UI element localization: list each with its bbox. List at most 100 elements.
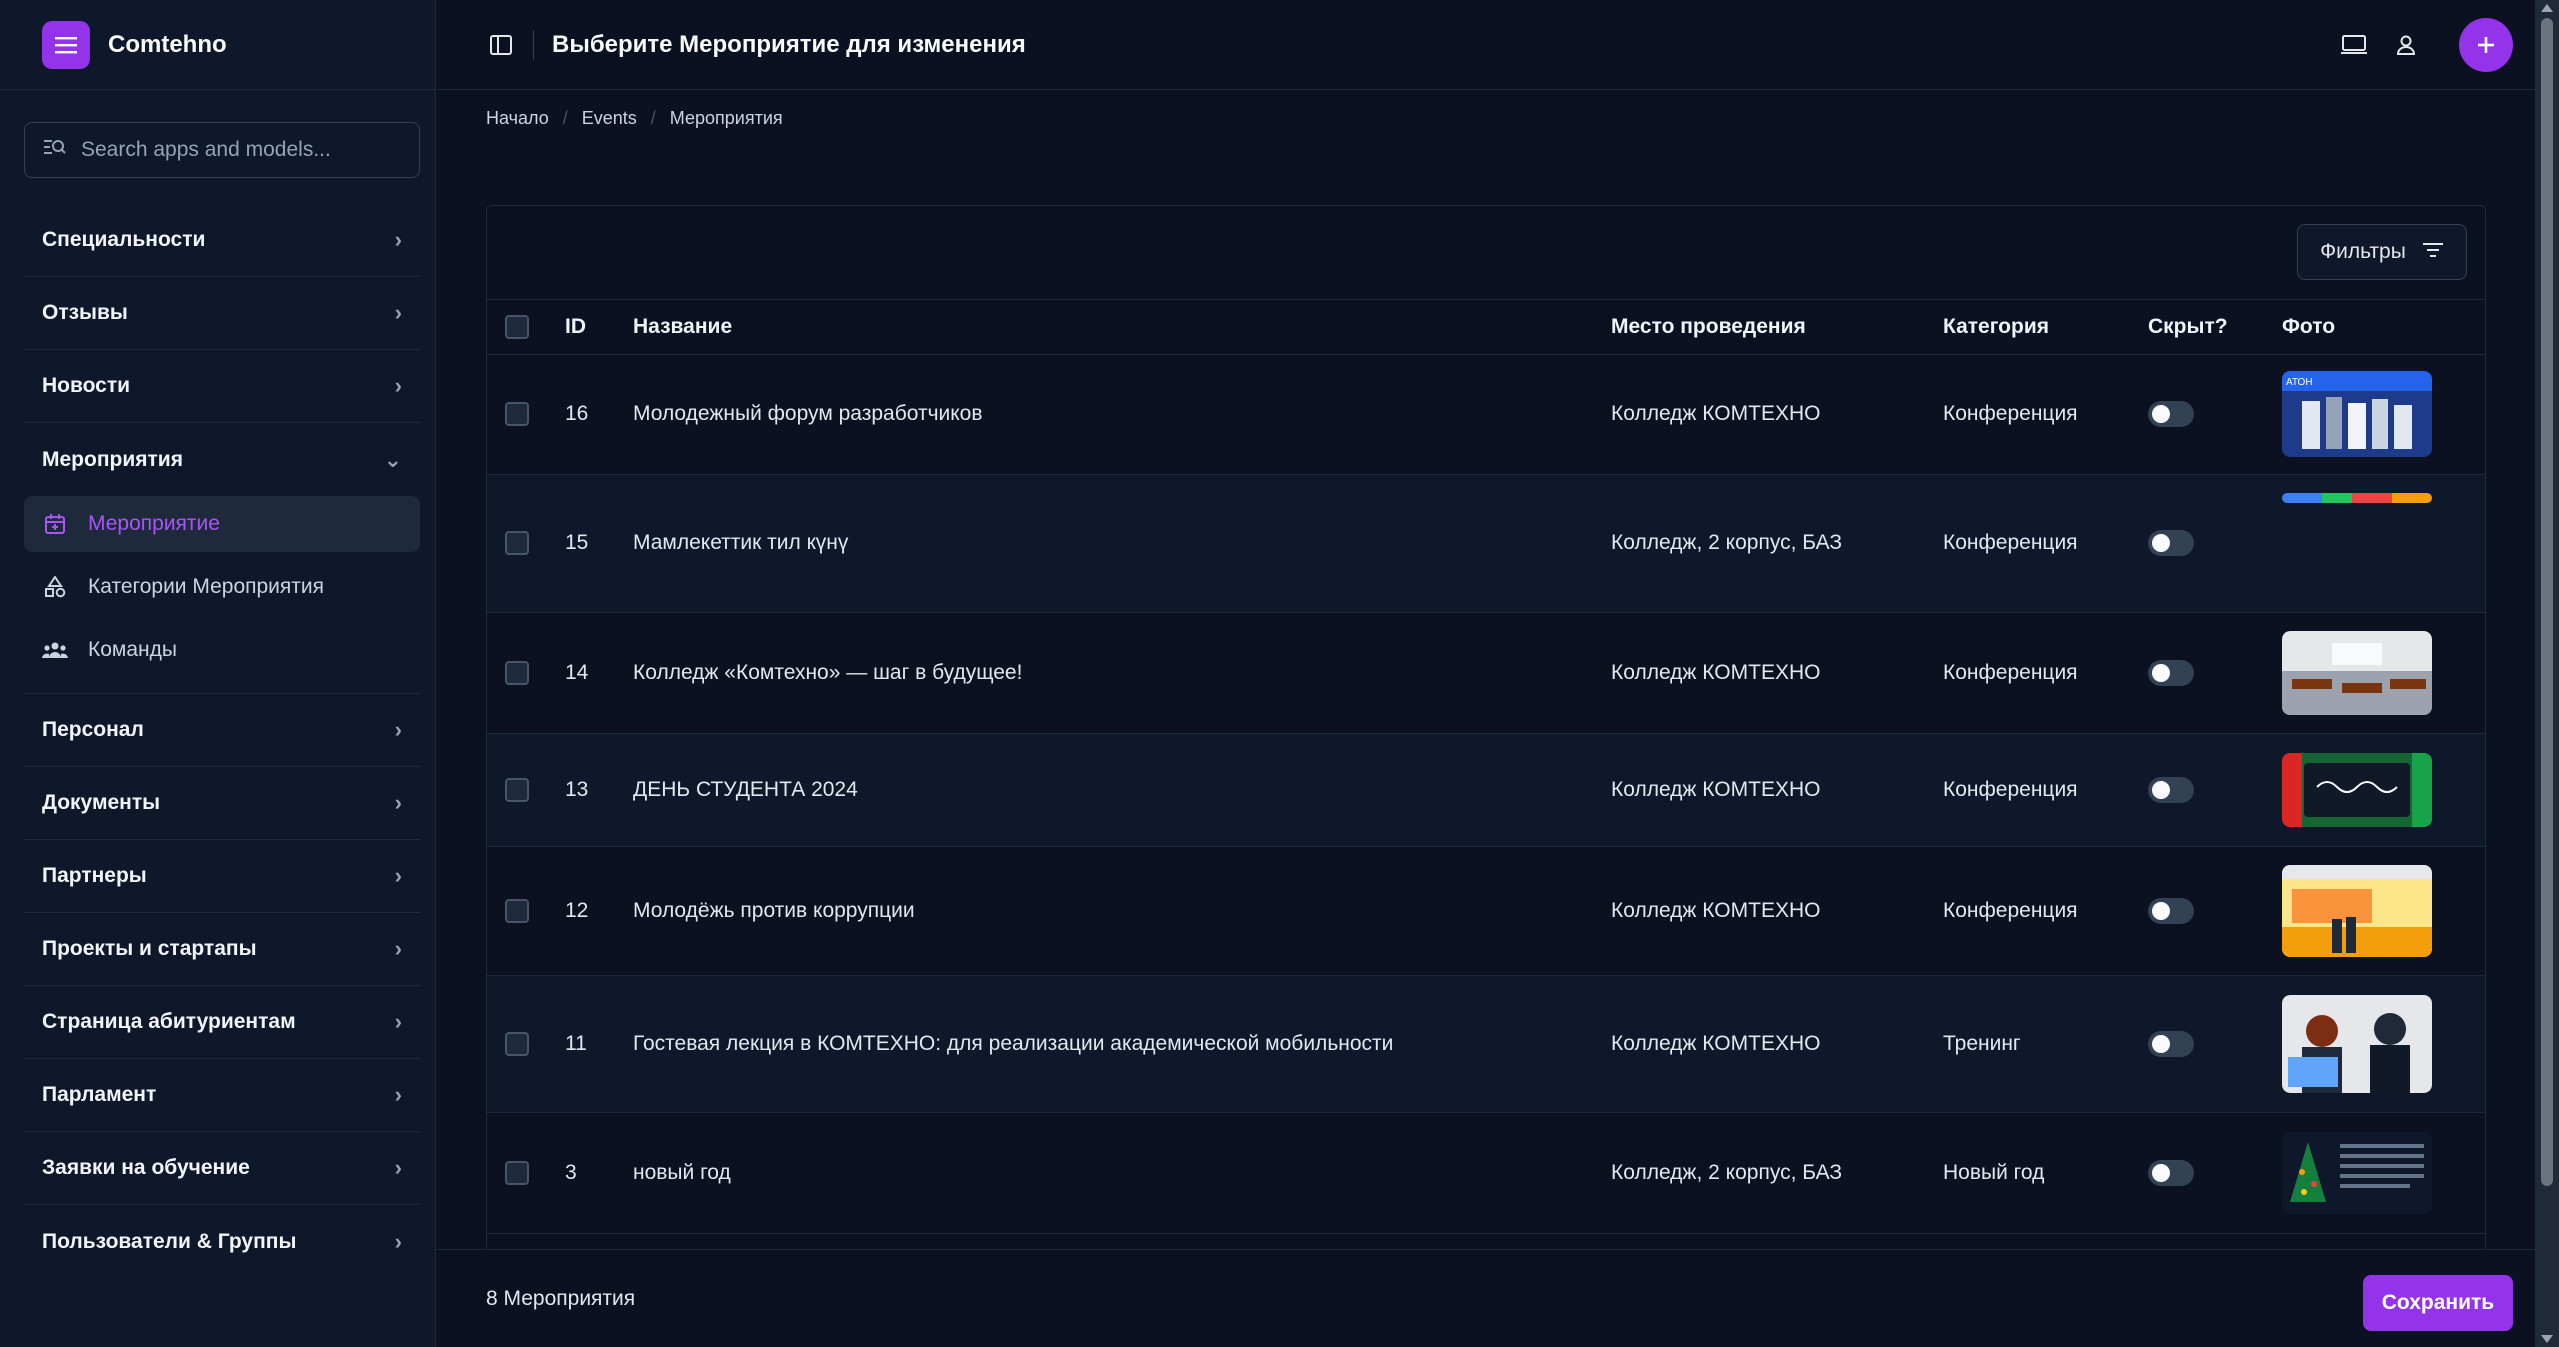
column-header-name[interactable]: Название (633, 300, 1611, 355)
sidebar-group-events[interactable]: Мероприятия ⌄ (24, 423, 420, 496)
sidebar-group-specialties[interactable]: Специальности › (24, 204, 420, 277)
column-header-photo: Фото (2282, 300, 2485, 355)
scroll-down-arrow-icon[interactable] (2541, 1335, 2553, 1343)
cell-name[interactable]: Молодёжь против коррупции (633, 846, 1611, 976)
cell-name[interactable]: Гостевая лекция в КОМТЕХНО: для реализац… (633, 975, 1611, 1113)
table-row: 15 Мамлекеттик тил күнү Колледж, 2 корпу… (487, 474, 2485, 613)
sidebar-group-users[interactable]: Пользователи & Группы › (24, 1205, 420, 1278)
save-button[interactable]: Сохранить (2363, 1275, 2513, 1331)
table-row: 14 Колледж «Комтехно» — шаг в будущее! К… (487, 612, 2485, 734)
scrollbar-thumb[interactable] (2541, 18, 2553, 1186)
hidden-toggle[interactable] (2148, 897, 2194, 924)
sidebar-item-label: Категории Мероприятия (88, 575, 325, 598)
chevron-right-icon: › (394, 227, 402, 252)
sidebar-group-news[interactable]: Новости › (24, 350, 420, 423)
page-scrollbar[interactable] (2535, 0, 2559, 1347)
brand-bar: Comtehno (0, 0, 435, 90)
breadcrumb-separator: / (562, 108, 568, 128)
chevron-right-icon: › (394, 1009, 402, 1034)
select-all-checkbox[interactable] (505, 314, 529, 339)
cell-name[interactable]: Колледж «Комтехно» — шаг в будущее! (633, 612, 1611, 734)
breadcrumb-events[interactable]: Events (582, 108, 637, 129)
column-header-venue[interactable]: Место проведения (1611, 300, 1943, 355)
hidden-toggle[interactable] (2148, 1159, 2194, 1186)
cell-name[interactable]: ДЕНЬ СТУДЕНТА 2024 (633, 733, 1611, 847)
sidebar-item-event[interactable]: Мероприятие (24, 496, 420, 552)
table-row: 16 Молодежный форум разработчиков Коллед… (487, 354, 2485, 475)
sidebar-group-staff[interactable]: Персонал › (24, 694, 420, 767)
hidden-toggle[interactable] (2148, 530, 2194, 556)
column-header-hidden[interactable]: Скрыт? (2148, 300, 2282, 355)
cell-name[interactable]: новый год (633, 1112, 1611, 1234)
hidden-toggle[interactable] (2148, 1030, 2194, 1057)
sidebar-group-applications[interactable]: Заявки на обучение › (24, 1132, 420, 1205)
row-checkbox[interactable] (505, 898, 529, 923)
shapes-icon (42, 576, 68, 598)
header-actions (2317, 17, 2513, 72)
cell-name[interactable]: Молодежный форум разработчиков (633, 354, 1611, 475)
calendar-icon (42, 513, 68, 535)
cell-name[interactable]: Мамлекеттик тил күнү (633, 474, 1611, 613)
row-checkbox[interactable] (505, 660, 529, 685)
sidebar-item-teams[interactable]: Команды (24, 622, 420, 678)
sidebar-group-label: Партнеры (42, 864, 147, 887)
users-icon (42, 641, 68, 659)
event-photo (2282, 994, 2432, 1093)
sidebar-group-partners[interactable]: Партнеры › (24, 840, 420, 913)
column-header-category[interactable]: Категория (1943, 300, 2148, 355)
filters-button[interactable]: Фильтры (2297, 224, 2467, 280)
sidebar-group-parliament[interactable]: Парламент › (24, 1059, 420, 1132)
row-checkbox[interactable] (505, 402, 529, 427)
hidden-toggle[interactable] (2148, 401, 2194, 427)
cell-venue: Колледж, 2 корпус, БАЗ (1611, 474, 1943, 613)
cell-venue: Колледж, 2 корпус, БАЗ (1611, 1112, 1943, 1234)
row-checkbox[interactable] (505, 1031, 529, 1056)
hidden-toggle[interactable] (2148, 776, 2194, 803)
brand-name: Comtehno (108, 30, 227, 58)
sidebar-group-label: Специальности (42, 228, 206, 251)
svg-text:АТОН: АТОН (2286, 377, 2313, 388)
cell-id: 13 (565, 733, 633, 847)
sidebar-group-label: Заявки на обучение (42, 1156, 250, 1179)
breadcrumb-home[interactable]: Начало (486, 108, 549, 129)
table-row: 12 Молодёжь против коррупции Колледж КОМ… (487, 846, 2485, 976)
sidebar-group-label: Персонал (42, 718, 144, 741)
sidebar-group-reviews[interactable]: Отзывы › (24, 277, 420, 350)
hidden-toggle[interactable] (2148, 659, 2194, 686)
row-checkbox[interactable] (505, 531, 529, 556)
cell-id: 16 (565, 354, 633, 475)
search-box[interactable] (24, 122, 420, 178)
sidebar-group-label: Документы (42, 791, 161, 814)
menu-icon[interactable] (42, 20, 90, 69)
chevron-right-icon: › (394, 863, 402, 888)
cell-venue: Колледж КОМТЕХНО (1611, 612, 1943, 734)
sidebar-nav: Специальности › Отзывы › Новости › Мероп… (24, 204, 420, 1278)
sidebar-group-documents[interactable]: Документы › (24, 767, 420, 840)
row-checkbox[interactable] (505, 777, 529, 802)
filters-label: Фильтры (2320, 240, 2406, 263)
result-count: 8 Мероприятия (486, 1286, 636, 1310)
cell-category: Конференция (1943, 733, 2148, 847)
table-row: 13 ДЕНЬ СТУДЕНТА 2024 Колледж КОМТЕХНО К… (487, 733, 2485, 847)
sidebar-toggle-icon[interactable] (487, 31, 515, 59)
monitor-icon[interactable] (2339, 30, 2369, 60)
sidebar-group-label: Отзывы (42, 301, 128, 324)
sidebar-group-projects[interactable]: Проекты и стартапы › (24, 913, 420, 986)
cell-category: Конференция (1943, 474, 2148, 613)
user-icon[interactable] (2391, 30, 2421, 60)
scroll-up-arrow-icon[interactable] (2541, 4, 2553, 12)
cell-id: 12 (565, 846, 633, 976)
sidebar-item-event-categories[interactable]: Категории Мероприятия (24, 559, 420, 615)
chevron-right-icon: › (394, 717, 402, 742)
breadcrumb-separator: / (650, 108, 656, 128)
search-input[interactable] (81, 138, 411, 162)
row-checkbox[interactable] (505, 1160, 529, 1185)
chevron-right-icon: › (394, 1082, 402, 1107)
column-header-id[interactable]: ID (565, 300, 633, 355)
chevron-right-icon: › (394, 1228, 402, 1254)
changelist-footer: 8 Мероприятия Сохранить (437, 1249, 2535, 1347)
cell-category: Конференция (1943, 612, 2148, 734)
sidebar: Comtehno Специальности › Отзывы › Новост… (0, 0, 436, 1347)
add-button[interactable] (2459, 17, 2513, 72)
sidebar-group-applicants[interactable]: Страница абитуриентам › (24, 986, 420, 1059)
